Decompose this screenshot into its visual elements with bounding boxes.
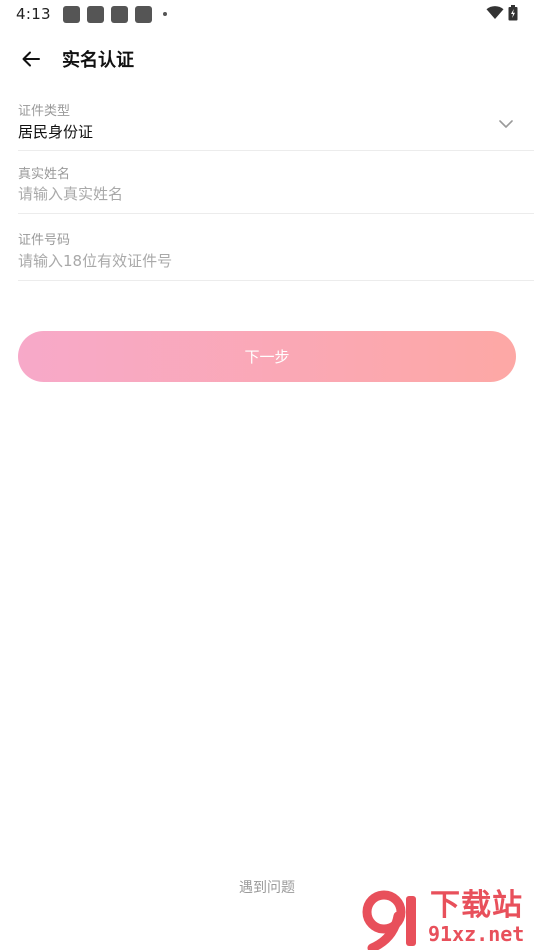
id-type-value: 居民身份证 — [18, 123, 94, 141]
page-title: 实名认证 — [62, 50, 134, 71]
status-bar: 4:13 — [0, 0, 534, 28]
watermark-text-bottom: 91xz.net — [428, 922, 525, 946]
watermark: 下载站 91xz.net — [362, 888, 534, 950]
top-app-bar: 实名认证 — [0, 36, 534, 80]
more-notifications-icon — [162, 12, 167, 16]
wifi-icon — [486, 6, 504, 19]
id-number-field: 证件号码 — [18, 214, 534, 281]
notification-icon — [86, 5, 104, 23]
next-button[interactable]: 下一步 — [18, 331, 516, 382]
id-type-select[interactable]: 证件类型 居民身份证 — [18, 96, 534, 151]
status-indicators — [486, 5, 518, 21]
id-number-label: 证件号码 — [18, 233, 71, 248]
back-button[interactable] — [16, 44, 46, 74]
notification-icon — [62, 5, 80, 23]
real-name-label: 真实姓名 — [18, 167, 71, 182]
id-type-label: 证件类型 — [18, 104, 71, 119]
battery-icon — [508, 5, 518, 21]
real-name-input[interactable] — [18, 182, 498, 206]
watermark-logo-icon — [362, 890, 416, 950]
status-time: 4:13 — [16, 5, 51, 23]
chevron-down-icon — [499, 120, 513, 128]
back-arrow-icon — [22, 51, 40, 67]
real-name-field: 真实姓名 — [18, 151, 534, 214]
notification-icon — [134, 5, 152, 23]
notification-icon — [110, 5, 128, 23]
id-number-input[interactable] — [18, 249, 498, 273]
watermark-text-top: 下载站 — [430, 888, 523, 923]
